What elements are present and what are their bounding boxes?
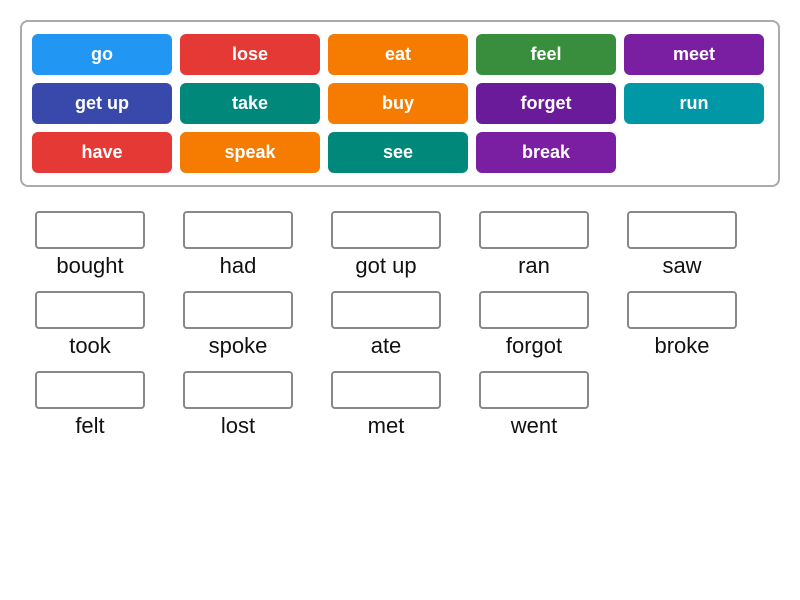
drop-box-0-4[interactable]	[627, 211, 737, 249]
match-label-1-2: ate	[371, 333, 402, 359]
drop-box-0-3[interactable]	[479, 211, 589, 249]
drop-box-0-1[interactable]	[183, 211, 293, 249]
match-label-0-0: bought	[56, 253, 123, 279]
match-item-0-0: bought	[20, 211, 160, 279]
drop-box-row-1: took spoke ate forgot broke	[20, 291, 780, 359]
match-label-1-4: broke	[654, 333, 709, 359]
match-item-2-0: felt	[20, 371, 160, 439]
drop-box-1-0[interactable]	[35, 291, 145, 329]
match-item-1-4: broke	[612, 291, 752, 359]
match-item-2-1: lost	[168, 371, 308, 439]
word-btn-eat[interactable]: eat	[328, 34, 468, 75]
match-item-1-2: ate	[316, 291, 456, 359]
match-label-2-1: lost	[221, 413, 255, 439]
word-btn-buy[interactable]: buy	[328, 83, 468, 124]
drop-box-2-0[interactable]	[35, 371, 145, 409]
match-item-0-2: got up	[316, 211, 456, 279]
match-label-0-2: got up	[355, 253, 416, 279]
word-bank: goloseeatfeelmeet get uptakebuyforgetrun h…	[20, 20, 780, 187]
drop-box-1-4[interactable]	[627, 291, 737, 329]
match-group-1: took spoke ate forgot broke	[20, 291, 780, 361]
match-item-0-1: had	[168, 211, 308, 279]
word-bank-row-1: get uptakebuyforgetrun	[32, 83, 768, 124]
match-section: bought had got up ran saw took spoke ate forgot b…	[20, 211, 780, 451]
drop-box-row-2: felt lost met went	[20, 371, 780, 439]
match-label-2-2: met	[368, 413, 405, 439]
word-btn-feel[interactable]: feel	[476, 34, 616, 75]
match-label-0-4: saw	[662, 253, 701, 279]
word-btn-meet[interactable]: meet	[624, 34, 764, 75]
match-label-1-3: forgot	[506, 333, 562, 359]
word-bank-row-0: goloseeatfeelmeet	[32, 34, 768, 75]
match-label-0-1: had	[220, 253, 257, 279]
match-label-1-1: spoke	[209, 333, 268, 359]
match-item-1-0: took	[20, 291, 160, 359]
word-btn-get-up[interactable]: get up	[32, 83, 172, 124]
drop-box-1-2[interactable]	[331, 291, 441, 329]
match-label-2-0: felt	[75, 413, 104, 439]
drop-box-2-1[interactable]	[183, 371, 293, 409]
match-label-2-3: went	[511, 413, 557, 439]
match-item-1-3: forgot	[464, 291, 604, 359]
drop-box-row-0: bought had got up ran saw	[20, 211, 780, 279]
drop-box-2-2[interactable]	[331, 371, 441, 409]
drop-box-0-0[interactable]	[35, 211, 145, 249]
word-btn-speak[interactable]: speak	[180, 132, 320, 173]
word-btn-lose[interactable]: lose	[180, 34, 320, 75]
match-group-2: felt lost met went	[20, 371, 780, 441]
word-btn-forget[interactable]: forget	[476, 83, 616, 124]
drop-box-1-1[interactable]	[183, 291, 293, 329]
word-btn-go[interactable]: go	[32, 34, 172, 75]
drop-box-0-2[interactable]	[331, 211, 441, 249]
drop-box-2-3[interactable]	[479, 371, 589, 409]
word-bank-row-2: havespeakseebreak	[32, 132, 768, 173]
word-btn-see[interactable]: see	[328, 132, 468, 173]
match-label-0-3: ran	[518, 253, 550, 279]
match-item-1-1: spoke	[168, 291, 308, 359]
match-item-0-3: ran	[464, 211, 604, 279]
drop-box-1-3[interactable]	[479, 291, 589, 329]
match-label-1-0: took	[69, 333, 111, 359]
word-btn-take[interactable]: take	[180, 83, 320, 124]
match-item-2-3: went	[464, 371, 604, 439]
word-btn-break[interactable]: break	[476, 132, 616, 173]
word-btn-run[interactable]: run	[624, 83, 764, 124]
match-group-0: bought had got up ran saw	[20, 211, 780, 281]
match-item-0-4: saw	[612, 211, 752, 279]
word-btn-have[interactable]: have	[32, 132, 172, 173]
match-item-2-2: met	[316, 371, 456, 439]
